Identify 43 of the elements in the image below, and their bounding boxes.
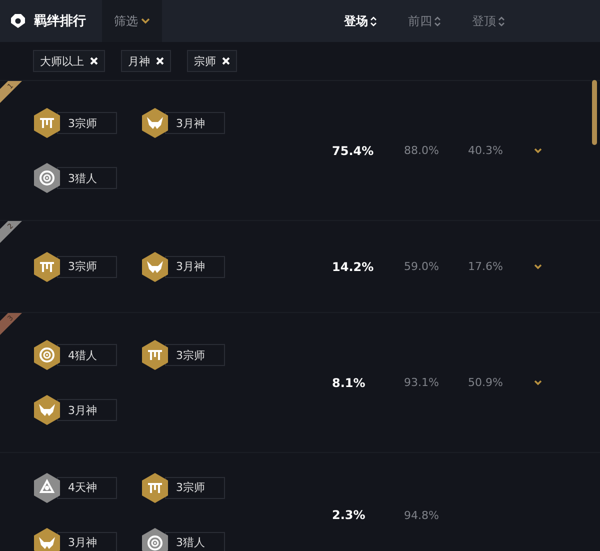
- close-icon: [90, 57, 98, 65]
- expand-chevron-icon[interactable]: [532, 378, 544, 386]
- sort-header[interactable]: 登场: [344, 12, 408, 30]
- top4-rate: 59.0%: [404, 260, 440, 273]
- trait-label: 3月神: [165, 112, 225, 134]
- close-icon: [156, 57, 164, 65]
- appear-rate: 8.1%: [332, 376, 366, 390]
- sort-icon: [434, 16, 441, 26]
- chevron-down-icon: [141, 18, 150, 24]
- sort-icon: [498, 16, 505, 26]
- logo-icon: [10, 13, 26, 29]
- trait-label: 4猎人: [57, 344, 117, 366]
- appear-rate: 14.2%: [332, 260, 375, 274]
- trait-label: 3月神: [165, 256, 225, 278]
- scrollbar-thumb[interactable]: [592, 80, 597, 145]
- trait-label: 4天神: [57, 476, 117, 498]
- trait-label: 3宗师: [57, 112, 117, 134]
- page-title: 羁绊排行: [34, 13, 87, 30]
- trait-label: 3月神: [57, 399, 117, 421]
- expand-chevron-icon[interactable]: [532, 262, 544, 270]
- sort-header[interactable]: 前四: [408, 12, 472, 30]
- top1-rate: 50.9%: [468, 376, 504, 389]
- expand-chevron-icon[interactable]: [532, 146, 544, 154]
- filter-button[interactable]: 筛选: [102, 0, 162, 42]
- top1-rate: 17.6%: [468, 260, 504, 273]
- filter-tag[interactable]: 月神: [121, 50, 171, 72]
- top4-rate: 94.8%: [404, 508, 440, 522]
- appear-rate: 75.4%: [332, 144, 375, 158]
- appear-rate: 2.3%: [332, 508, 366, 522]
- sort-icon: [370, 16, 377, 26]
- filter-tag[interactable]: 大师以上: [33, 50, 105, 72]
- trait-label: 3宗师: [165, 344, 225, 366]
- top4-rate: 88.0%: [404, 144, 440, 157]
- top1-rate: 40.3%: [468, 144, 504, 157]
- sort-header[interactable]: 登顶: [472, 12, 536, 30]
- trait-label: 3宗师: [165, 476, 225, 498]
- trait-label: 3猎人: [165, 532, 225, 551]
- trait-label: 3猎人: [57, 167, 117, 189]
- trait-label: 3月神: [57, 532, 117, 551]
- filter-tag[interactable]: 宗师: [187, 50, 237, 72]
- trait-label: 3宗师: [57, 256, 117, 278]
- close-icon: [222, 57, 230, 65]
- top4-rate: 93.1%: [404, 376, 440, 389]
